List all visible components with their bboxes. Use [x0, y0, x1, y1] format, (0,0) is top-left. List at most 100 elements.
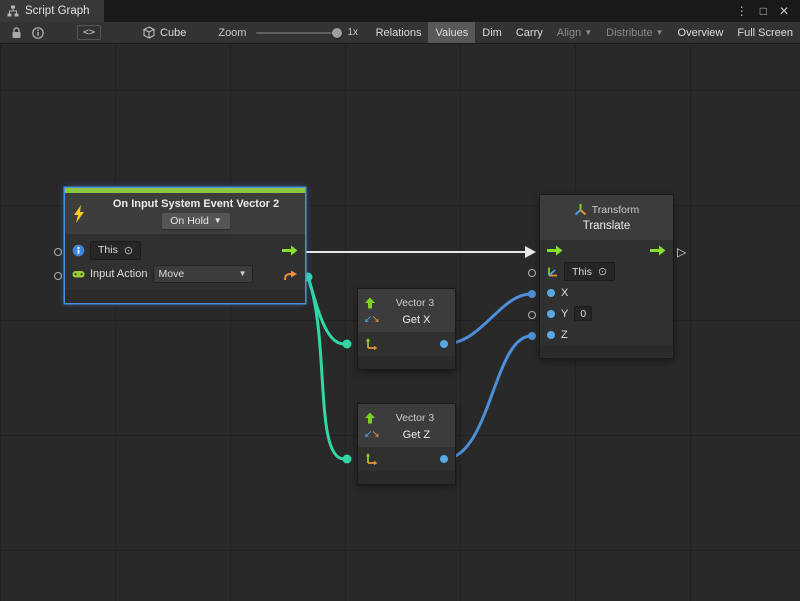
- window-maximize-button[interactable]: □: [755, 4, 772, 18]
- vector3-up-arrow-icon: [364, 297, 376, 309]
- tab-script-graph[interactable]: Script Graph: [0, 0, 104, 22]
- getz-port-row: [358, 447, 455, 471]
- lock-icon[interactable]: [6, 27, 27, 39]
- graph-icon: [7, 5, 19, 17]
- event-this-input-port[interactable]: [54, 248, 62, 256]
- this-label: This: [98, 244, 118, 256]
- flow-output-triangle-icon[interactable]: ▷: [677, 246, 686, 258]
- z-port-dot[interactable]: [547, 331, 555, 339]
- translate-body: This ⊙ X Y 0 Z: [540, 240, 673, 345]
- toolbar-button-values[interactable]: Values: [428, 22, 475, 43]
- translate-z-port[interactable]: [528, 332, 536, 340]
- getz-input-port[interactable]: [343, 455, 352, 464]
- translate-this-field[interactable]: This ⊙: [564, 262, 615, 281]
- zoom-slider[interactable]: [256, 28, 342, 38]
- wire-getz-to-z[interactable]: [444, 336, 531, 459]
- input-action-label: Input Action: [90, 268, 148, 280]
- window-controls: ⋮ □ ✕: [731, 0, 800, 22]
- flow-output-arrow-icon[interactable]: [282, 245, 298, 256]
- event-mode-dropdown[interactable]: On Hold ▼: [162, 213, 229, 229]
- target-object-label: Cube: [160, 27, 186, 39]
- this-icon: [72, 244, 85, 257]
- zoom-slider-handle[interactable]: [332, 28, 342, 38]
- y-value-field[interactable]: 0: [574, 306, 592, 321]
- window-menu-button[interactable]: ⋮: [731, 4, 753, 18]
- x-port-label: X: [561, 287, 568, 299]
- translate-y-input-port[interactable]: [528, 311, 536, 319]
- axes-icon: [547, 266, 558, 277]
- getx-port-row: [358, 332, 455, 356]
- event-this-row: This ⊙: [65, 238, 305, 262]
- input-action-dropdown[interactable]: Move ▼: [153, 265, 253, 283]
- toolbar-button-relations[interactable]: Relations: [369, 22, 429, 43]
- flow-output-arrow-icon[interactable]: [650, 245, 666, 256]
- node-get-z[interactable]: Vector 3 ↙↘ Get Z: [358, 404, 455, 484]
- event-input-action-row: Input Action Move ▼: [65, 262, 305, 286]
- y-port-label: Y: [561, 308, 568, 320]
- tab-title: Script Graph: [25, 5, 90, 17]
- z-port-label: Z: [561, 329, 568, 341]
- translate-x-port[interactable]: [528, 290, 536, 298]
- getx-output-port[interactable]: [440, 340, 448, 348]
- get-component-icon: ↙↘: [364, 315, 379, 325]
- coroutine-arrow-icon[interactable]: [283, 268, 298, 281]
- toolbar-button-carry[interactable]: Carry: [509, 22, 550, 43]
- node-translate[interactable]: Transform Translate This ⊙ X: [540, 195, 673, 358]
- toolbar-button-overview[interactable]: Overview: [671, 22, 731, 43]
- toolbar-button-align[interactable]: Align ▼: [550, 22, 599, 43]
- getz-title: Get Z: [384, 429, 449, 441]
- lightning-icon: [71, 205, 87, 223]
- translate-this-label: This: [572, 266, 592, 278]
- translate-flow-row: [540, 240, 673, 261]
- graph-canvas[interactable]: On Input System Event Vector 2 On Hold ▼…: [0, 44, 800, 601]
- node-get-x[interactable]: Vector 3 ↙↘ Get X: [358, 289, 455, 369]
- object-picker-icon[interactable]: ⊙: [598, 265, 607, 278]
- transform-icon: [574, 203, 587, 216]
- object-picker-icon[interactable]: ⊙: [124, 244, 133, 257]
- caret-down-icon: ▼: [214, 217, 222, 225]
- zoom-value: 1x: [347, 27, 358, 38]
- caret-down-icon: ▼: [656, 29, 664, 37]
- getx-footer: [358, 356, 455, 369]
- event-node-footer: [65, 290, 305, 303]
- vector3-up-arrow-icon: [364, 412, 376, 424]
- getx-title: Get X: [384, 314, 449, 326]
- y-port-dot[interactable]: [547, 310, 555, 318]
- translate-header: Transform Translate: [540, 195, 673, 240]
- translate-x-row: X: [540, 282, 673, 303]
- flow-input-arrow-icon[interactable]: [547, 245, 563, 256]
- wire-vector2-to-getz[interactable]: [308, 277, 344, 459]
- input-action-icon: [72, 269, 85, 279]
- this-object-field[interactable]: This ⊙: [90, 241, 141, 260]
- getz-type-label: Vector 3: [381, 412, 449, 424]
- target-object[interactable]: Cube: [143, 26, 186, 39]
- getz-footer: [358, 471, 455, 484]
- translate-y-row: Y 0: [540, 303, 673, 324]
- getx-input-port[interactable]: [343, 340, 352, 349]
- event-action-input-port[interactable]: [54, 272, 62, 280]
- getz-output-port[interactable]: [440, 455, 448, 463]
- x-port-dot[interactable]: [547, 289, 555, 297]
- event-mode-value: On Hold: [170, 215, 209, 227]
- wire-getx-to-x[interactable]: [444, 294, 531, 344]
- distribute-label: Distribute: [606, 27, 652, 39]
- vector3-axes-icon: [365, 338, 378, 350]
- wire-vector2-to-getx[interactable]: [308, 277, 344, 344]
- caret-down-icon: ▼: [584, 29, 592, 37]
- graph-toolbar: <> Cube Zoom 1x Relations Values Dim Car…: [0, 22, 800, 44]
- translate-type-label: Transform: [592, 204, 639, 216]
- align-label: Align: [557, 27, 581, 39]
- window-close-button[interactable]: ✕: [774, 4, 794, 18]
- toolbar-button-group: Relations Values Dim Carry Align ▼ Distr…: [369, 22, 800, 43]
- toolbar-button-dim[interactable]: Dim: [475, 22, 509, 43]
- caret-down-icon: ▼: [239, 270, 247, 278]
- event-node-title: On Input System Event Vector 2: [113, 198, 279, 210]
- code-view-button[interactable]: <>: [77, 25, 101, 40]
- translate-this-input-port[interactable]: [528, 269, 536, 277]
- translate-title: Translate: [546, 220, 667, 232]
- toolbar-button-distribute[interactable]: Distribute ▼: [599, 22, 670, 43]
- zoom-slider-track: [256, 32, 342, 34]
- node-on-input-system-event[interactable]: On Input System Event Vector 2 On Hold ▼…: [65, 188, 305, 303]
- info-icon[interactable]: [27, 27, 49, 39]
- toolbar-button-fullscreen[interactable]: Full Screen: [730, 22, 800, 43]
